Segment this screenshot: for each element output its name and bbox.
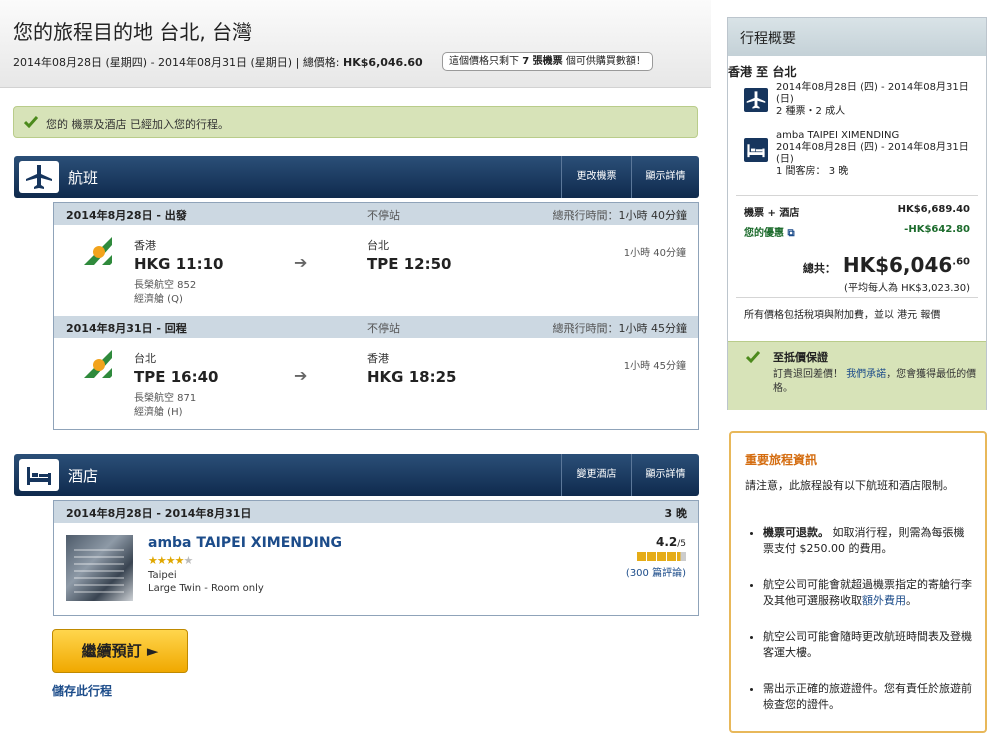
reviews-link[interactable]: (300 篇評論) xyxy=(626,564,686,579)
arrow-right-icon: ➔ xyxy=(294,253,308,272)
list-item: 需出示正確的旅遊證件。您有責任於旅遊前檢查您的證件。 xyxy=(763,681,973,713)
list-item: 航空公司可能會隨時更改航班時間表及登機客運大樓。 xyxy=(763,629,973,661)
checkmark-icon xyxy=(24,116,38,129)
play-arrow-icon: ► xyxy=(146,642,159,660)
our-promise-link[interactable]: 我們承諾 xyxy=(846,369,886,380)
arrival-time: TPE 12:50 xyxy=(367,255,452,273)
leg-header: 2014年8月28日 - 出發 不停站 總飛行時間：1小時 40分鐘 xyxy=(54,203,698,225)
tax-note: 所有價格包括稅項與附加費，並以 港元 報價 xyxy=(744,310,941,321)
airplane-icon xyxy=(744,88,768,112)
hotel-details-button[interactable]: 顯示詳情 xyxy=(631,454,699,496)
page-title: 您的旅程目的地 台北, 台灣 xyxy=(13,20,253,44)
hotel-section-title: 酒店 xyxy=(68,467,99,485)
change-hotel-button[interactable]: 變更酒店 xyxy=(561,454,631,496)
flights-panel: 2014年8月28日 - 出發 不停站 總飛行時間：1小時 40分鐘 香港 HK… xyxy=(53,202,699,430)
leg-header: 2014年8月31日 - 回程 不停站 總飛行時間：1小時 45分鐘 xyxy=(54,316,698,338)
hotel-name-link[interactable]: amba TAIPEI XIMENDING xyxy=(148,535,342,551)
star-icon: ★ xyxy=(174,554,185,567)
flight-details-button[interactable]: 顯示詳情 xyxy=(631,156,699,198)
bed-icon xyxy=(744,138,768,162)
continue-booking-button[interactable]: 繼續預訂 ► xyxy=(52,629,188,673)
trip-dates: 2014年08月28日 (星期四) - 2014年08月31日 (星期日) xyxy=(13,56,293,69)
info-list: 機票可退款。 如取消行程，則需為每張機票支付 $250.00 的費用。 航空公司… xyxy=(763,525,973,733)
star-icon: ★ xyxy=(156,554,167,567)
bed-icon xyxy=(19,459,59,491)
flights-section-title: 航班 xyxy=(68,169,99,187)
leg-duration: 1小時 45分鐘 xyxy=(623,361,686,372)
arrival-time: HKG 18:25 xyxy=(367,368,457,386)
summary-title: 行程概要 xyxy=(728,18,986,56)
discount-row: 您的優惠 ⧉ -HK$642.80 xyxy=(744,224,970,239)
scarcity-badge: 這個價格只剩下 7 張機票 個可供購買數額！ xyxy=(442,52,653,71)
departure-time: HKG 11:10 xyxy=(134,255,224,273)
eva-air-logo-icon xyxy=(84,350,112,378)
info-title: 重要旅程資訊 xyxy=(745,453,818,467)
star-icon: ★ xyxy=(165,554,176,567)
hotel-panel: 2014年8月28日 - 2014年8月31日 3 晚 amba TAIPEI … xyxy=(53,500,699,616)
total-label: 總價格: xyxy=(302,56,340,69)
guest-rating-bar xyxy=(636,551,686,564)
guest-score: 4.2/5 xyxy=(655,535,686,549)
price-guarantee: 至抵價保證 訂貴退回差價！ 我們承諾，您會獲得最低的價格。 xyxy=(728,341,986,410)
arrow-right-icon: ➔ xyxy=(294,366,308,385)
hotel-section-header: 酒店 變更酒店 顯示詳情 xyxy=(14,454,699,496)
summary-route: 香港 至 台北 xyxy=(728,65,797,79)
departure-time: TPE 16:40 xyxy=(134,368,219,386)
flights-section-header: 航班 更改機票 顯示詳情 xyxy=(14,156,699,198)
package-price-row: 機票 + 酒店 HK$6,689.40 xyxy=(744,204,970,219)
change-flight-button[interactable]: 更改機票 xyxy=(561,156,631,198)
extra-fees-link[interactable]: 額外費用 xyxy=(862,594,906,607)
hotel-photo[interactable] xyxy=(66,535,133,601)
total-value: HK$6,046.60 xyxy=(343,56,423,69)
added-to-trip-notice: 您的 機票及酒店 已經加入您的行程。 xyxy=(13,106,698,138)
list-item: 航空公司可能會就超過機票指定的寄艙行李及其他可選服務收取額外費用。 xyxy=(763,577,973,609)
trip-dates-total: 2014年08月28日 (星期四) - 2014年08月31日 (星期日) | … xyxy=(13,56,423,69)
eva-air-logo-icon xyxy=(84,237,112,265)
popup-icon[interactable]: ⧉ xyxy=(787,228,794,239)
airplane-icon xyxy=(19,161,59,193)
checkmark-icon xyxy=(746,351,760,364)
per-person-price: (平均每人為 HK$3,023.30) xyxy=(844,283,970,294)
star-icon: ★ xyxy=(148,554,158,567)
hotel-star-rating: ★★★★★ xyxy=(148,554,194,567)
trip-summary-panel: 行程概要 香港 至 台北 2014年08月28日 (四) - 2014年08月3… xyxy=(727,17,987,410)
important-trip-info: 重要旅程資訊 請注意，此旅程設有以下航班和酒店限制。 機票可退款。 如取消行程，… xyxy=(729,431,987,733)
hotel-dates-bar: 2014年8月28日 - 2014年8月31日 3 晚 xyxy=(54,501,698,523)
star-icon: ★ xyxy=(183,554,194,567)
leg-duration: 1小時 40分鐘 xyxy=(623,248,686,259)
summary-total: 總共： HK$6,046.60 xyxy=(802,253,970,277)
list-item: 機票可退款。 如取消行程，則需為每張機票支付 $250.00 的費用。 xyxy=(763,525,973,557)
save-itinerary-link[interactable]: 儲存此行程 xyxy=(52,682,112,699)
